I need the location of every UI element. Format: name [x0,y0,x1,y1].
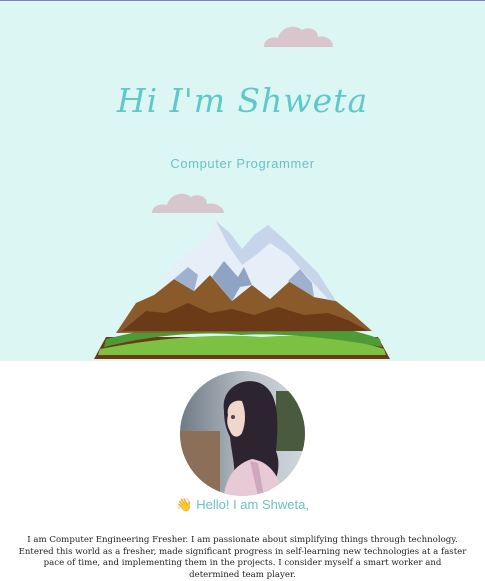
cloud-icon [264,26,333,47]
avatar [180,371,305,496]
mountain-illustration [94,221,390,359]
greeting-text: 👋 Hello! I am Shweta, [0,497,485,513]
hero-title: Hi I'm Shweta [116,81,369,120]
waving-hand-icon: 👋 [176,497,193,512]
hero-subtitle: Computer Programmer [170,156,315,171]
profile-portrait [180,371,305,496]
about-paragraph: I am Computer Engineering Fresher. I am … [18,535,467,580]
cloud-icon [152,193,224,213]
greeting-label: Hello! I am Shweta, [196,497,309,512]
hero-section: Hi I'm Shweta Computer Programmer [0,1,485,361]
